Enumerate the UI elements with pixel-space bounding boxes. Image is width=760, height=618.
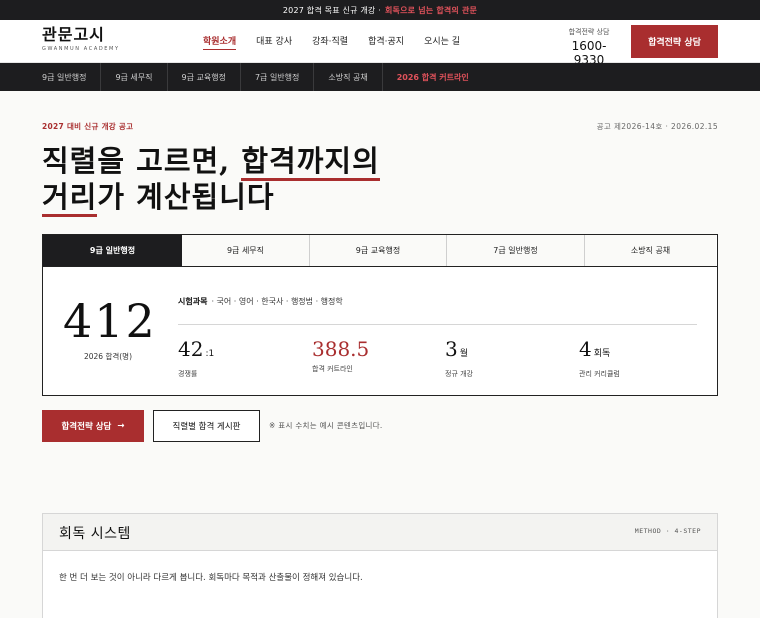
headline-part: 가 계산됩니다 bbox=[97, 180, 275, 214]
results-board-button[interactable]: 직렬별 합격 게시판 bbox=[153, 410, 260, 442]
tab-tax-9[interactable]: 9급 세무직 bbox=[182, 235, 310, 266]
section-title: 회독 시스템 bbox=[59, 526, 131, 542]
stat-unit: :1 bbox=[205, 349, 215, 359]
headline-underlined: 거리 bbox=[42, 180, 98, 217]
passers-count: 412 2026 합격(명) bbox=[63, 294, 157, 362]
stat-rounds: 4 회독 관리 커리큘럼 bbox=[579, 337, 620, 379]
logo-text: 관문고시 bbox=[42, 25, 105, 44]
button-label: 합격전략 상담 bbox=[61, 422, 112, 432]
headline-line-1: 직렬을 고르면, 합격까지의 bbox=[42, 143, 380, 181]
track-tabs: 9급 일반행정 9급 세무직 9급 교육행정 7급 일반행정 소방직 공채 bbox=[43, 235, 717, 267]
stat-value: 388.5 bbox=[312, 337, 369, 361]
subnav-item-edu-admin-9[interactable]: 9급 교육행정 bbox=[168, 63, 241, 91]
logo-subtext: GWANMUN ACADEMY bbox=[42, 46, 120, 52]
headline-line-2: 거리가 계산됩니다 bbox=[42, 179, 380, 217]
stat-start-month: 3월 정규 개강 bbox=[445, 337, 473, 379]
subnav-item-firefighter[interactable]: 소방직 공채 bbox=[314, 63, 383, 91]
headline-underlined: 합격까지의 bbox=[241, 144, 380, 181]
announcement-highlight[interactable]: 회독으로 넘는 합격의 관문 bbox=[385, 5, 477, 16]
stat-value: 3월 bbox=[445, 337, 473, 366]
tab-general-admin-7[interactable]: 7급 일반행정 bbox=[447, 235, 585, 266]
arrow-right-icon: → bbox=[117, 421, 125, 431]
nav-item-location[interactable]: 오시는 길 bbox=[424, 34, 460, 50]
logo[interactable]: 관문고시 GWANMUN ACADEMY bbox=[42, 25, 120, 53]
subjects-list: · 국어 · 영어 · 한국사 · 행정법 · 행정학 bbox=[211, 297, 343, 306]
phone-contact[interactable]: 합격전략 상담 1600-9330 bbox=[559, 27, 619, 67]
stat-unit: 회독 bbox=[593, 349, 611, 359]
subjects-label: 시험과목 bbox=[178, 297, 208, 306]
subnav-item-general-admin-7[interactable]: 7급 일반행정 bbox=[241, 63, 315, 91]
hero-kicker: 2027 대비 신규 개강 공고 bbox=[42, 122, 134, 131]
stat-label: 경쟁률 bbox=[178, 370, 198, 378]
subnav-item-cutline[interactable]: 2026 합격 커트라인 bbox=[383, 63, 483, 91]
passers-count-value: 412 bbox=[63, 294, 157, 348]
tab-general-admin-9[interactable]: 9급 일반행정 bbox=[43, 235, 182, 266]
track-subnav: 9급 일반행정 9급 세무직 9급 교육행정 7급 일반행정 소방직 공채 20… bbox=[0, 63, 760, 91]
nav-item-courses[interactable]: 강좌·직렬 bbox=[312, 34, 348, 50]
stat-label: 합격 커트라인 bbox=[312, 365, 353, 373]
consult-cta-button[interactable]: 합격전략 상담 → bbox=[42, 410, 144, 442]
stat-number: 4 bbox=[579, 337, 592, 361]
stat-competition: 42:1 경쟁률 bbox=[178, 337, 214, 379]
stat-number: 388.5 bbox=[312, 337, 370, 361]
page-title: 직렬을 고르면, 합격까지의 거리가 계산됩니다 bbox=[42, 143, 380, 217]
nav-item-about[interactable]: 학원소개 bbox=[203, 34, 237, 50]
subnav-item-tax-9[interactable]: 9급 세무직 bbox=[101, 63, 168, 91]
tab-edu-admin-9[interactable]: 9급 교육행정 bbox=[310, 235, 447, 266]
nav-item-results[interactable]: 합격·공지 bbox=[368, 34, 404, 50]
rotation-system-section: 회독 시스템 METHOD · 4-STEP 한 번 더 보는 것이 아니라 다… bbox=[42, 513, 718, 618]
stat-label: 정규 개강 bbox=[445, 370, 473, 378]
section-header: 회독 시스템 METHOD · 4-STEP bbox=[43, 514, 717, 551]
divider bbox=[178, 324, 697, 325]
phone-label: 합격전략 상담 bbox=[568, 28, 610, 36]
stat-value: 42:1 bbox=[178, 337, 214, 366]
stat-unit: 월 bbox=[459, 349, 469, 359]
announcement-text: 2027 합격 목표 신규 개강 · bbox=[282, 5, 381, 15]
tab-firefighter[interactable]: 소방직 공채 bbox=[585, 235, 716, 266]
track-stats-panel: 9급 일반행정 9급 세무직 9급 교육행정 7급 일반행정 소방직 공채 41… bbox=[42, 234, 718, 396]
stat-cutline: 388.5 합격 커트라인 bbox=[312, 337, 369, 374]
stat-label: 관리 커리큘럼 bbox=[579, 370, 620, 378]
stat-value: 4 회독 bbox=[579, 337, 620, 366]
consult-button[interactable]: 합격전략 상담 bbox=[631, 25, 718, 58]
section-meta: METHOD · 4-STEP bbox=[634, 527, 701, 535]
notice-number: 공고 제2026-14호 · 2026.02.15 bbox=[596, 122, 718, 131]
headline-part: 직렬을 고르면, bbox=[42, 144, 242, 178]
top-announcement-bar: 2027 합격 목표 신규 개강 · 회독으로 넘는 합격의 관문 bbox=[0, 0, 760, 20]
stat-number: 3 bbox=[445, 337, 458, 361]
passers-count-caption: 2026 합격(명) bbox=[83, 352, 133, 361]
nav-item-instructors[interactable]: 대표 강사 bbox=[256, 34, 292, 50]
section-description: 한 번 더 보는 것이 아니라 다르게 봅니다. 회독마다 목적과 산출물이 정… bbox=[59, 573, 363, 583]
site-header: 관문고시 GWANMUN ACADEMY 학원소개 대표 강사 강좌·직렬 합격… bbox=[0, 20, 760, 67]
stat-number: 42 bbox=[178, 337, 204, 361]
exam-subjects: 시험과목 · 국어 · 영어 · 한국사 · 행정법 · 행정학 bbox=[178, 296, 343, 307]
disclaimer-note: ※ 표시 수치는 예시 콘텐츠입니다. bbox=[269, 421, 383, 430]
main-nav: 학원소개 대표 강사 강좌·직렬 합격·공지 오시는 길 bbox=[203, 34, 480, 50]
subnav-item-general-admin-9[interactable]: 9급 일반행정 bbox=[28, 63, 102, 91]
